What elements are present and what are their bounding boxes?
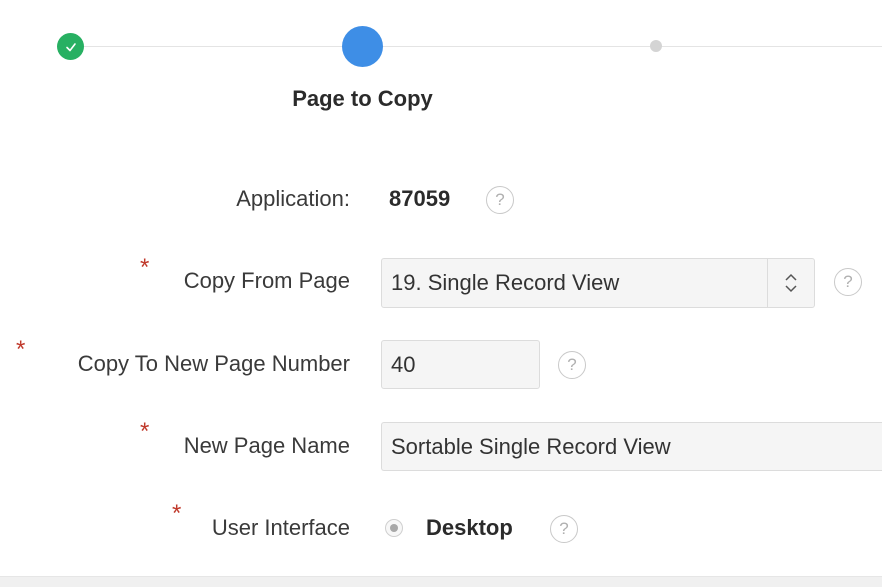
wizard-step-current [342,26,383,67]
new-page-name-input[interactable]: Sortable Single Record View [381,422,882,471]
required-marker: * [140,418,150,445]
copy-page-wizard: Page to Copy Application: 87059 ? * Copy… [0,0,882,587]
help-icon[interactable]: ? [834,268,862,296]
help-icon[interactable]: ? [558,351,586,379]
application-label: Application: [236,186,350,211]
copy-from-page-value: 19. Single Record View [391,270,620,295]
radio-selected-dot [390,524,398,532]
check-icon [65,42,76,51]
copy-from-page-label: Copy From Page [183,268,350,293]
help-glyph: ? [567,355,577,374]
help-icon[interactable]: ? [550,515,578,543]
new-page-name-value: Sortable Single Record View [391,433,671,459]
up-down-chevron-icon [767,259,814,307]
user-interface-label: User Interface [211,515,350,540]
help-icon[interactable]: ? [486,186,514,214]
help-glyph: ? [495,190,505,209]
wizard-step-future [650,40,662,52]
help-glyph: ? [843,272,853,291]
copy-to-page-number-label: Copy To New Page Number [77,351,350,376]
copy-to-page-number-input[interactable]: 40 [381,340,540,389]
wizard-step-complete [57,33,84,60]
required-marker: * [16,336,26,363]
application-value: 87059 [389,186,451,211]
wizard-progress-line [72,46,882,47]
copy-from-page-select[interactable]: 19. Single Record View [381,258,815,308]
desktop-radio[interactable] [385,519,403,537]
required-marker: * [172,500,182,527]
new-page-name-label: New Page Name [183,433,350,458]
desktop-radio-label[interactable]: Desktop [426,515,513,541]
help-glyph: ? [559,519,569,538]
wizard-step-title: Page to Copy [292,86,433,111]
footer-bar [0,576,882,587]
required-marker: * [140,254,150,281]
copy-to-page-number-value: 40 [391,351,416,377]
